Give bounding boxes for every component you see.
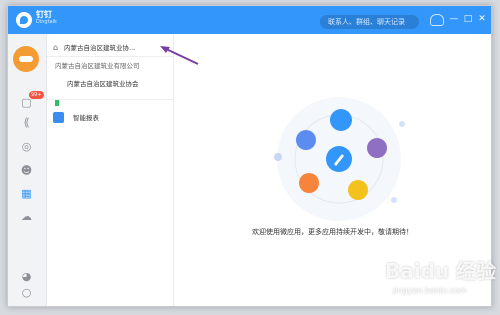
org-menu-item[interactable]: 内蒙古自治区建筑业有限公司 bbox=[55, 62, 140, 71]
screen-app-icon bbox=[296, 130, 316, 150]
org-name: 内蒙古自治区建筑业协... bbox=[64, 44, 136, 52]
minimize-button[interactable]: — bbox=[448, 13, 460, 25]
home-icon: ⌂ bbox=[53, 43, 59, 52]
location-app-icon bbox=[348, 180, 368, 200]
apps-grid-icon[interactable]: ▦ bbox=[20, 187, 33, 200]
card-app-icon bbox=[367, 138, 387, 158]
watermark-url: jingyan.baidu.com bbox=[393, 286, 467, 295]
contacts-icon[interactable]: ☻ bbox=[20, 164, 33, 177]
cloud-app-icon bbox=[330, 109, 352, 131]
brand-name: 钉钉 bbox=[36, 10, 52, 19]
watermark-main: Baidu 经验 bbox=[385, 259, 497, 283]
pointer-arrow bbox=[160, 46, 199, 65]
workbench-icon[interactable]: ◎ bbox=[20, 140, 33, 153]
unread-badge: 99+ bbox=[29, 91, 44, 99]
app-item-label[interactable]: 智能报表 bbox=[73, 113, 99, 123]
dingtalk-logo-icon bbox=[16, 12, 32, 28]
org-menu-item[interactable]: 内蒙古自治区建筑业协会 bbox=[67, 80, 139, 89]
org-menu: 内蒙古自治区建筑业有限公司 内蒙古自治区建筑业协会 bbox=[47, 56, 173, 100]
dot-decoration bbox=[274, 153, 282, 161]
radio-app-icon bbox=[299, 173, 319, 193]
status-mark bbox=[55, 100, 59, 106]
org-panel: ⌂ 内蒙古自治区建筑业协... ⌄ 内蒙古自治区建筑业有限公司 内蒙古自治区建筑… bbox=[47, 34, 174, 306]
baidu-jingyan-watermark: Baidu 经验 jingyan.baidu.com bbox=[385, 258, 497, 308]
more-icon[interactable]: ◕ bbox=[20, 270, 33, 283]
cloud-upload-icon[interactable] bbox=[430, 14, 444, 26]
dot-decoration bbox=[391, 197, 397, 203]
cloud-disk-icon[interactable]: ☁ bbox=[20, 210, 33, 223]
avatar[interactable] bbox=[13, 46, 39, 72]
search-placeholder: 联系人、群组、聊天记录 bbox=[328, 18, 405, 26]
search-input[interactable]: 联系人、群组、聊天记录 bbox=[320, 15, 419, 29]
empty-message: 欢迎使用微应用，更多应用持续开发中，敬请期待！ bbox=[252, 228, 413, 236]
settings-icon[interactable]: ○ bbox=[20, 286, 33, 299]
brand: 钉钉 Dingtalk bbox=[36, 10, 57, 26]
org-selector[interactable]: ⌂ 内蒙古自治区建筑业协... ⌄ bbox=[47, 40, 173, 56]
title-bar: 钉钉 Dingtalk 联系人、群组、聊天记录 — □ ✕ bbox=[8, 6, 491, 34]
maximize-button[interactable]: □ bbox=[462, 13, 474, 25]
ding-pin-icon[interactable]: ⟪ bbox=[20, 116, 33, 129]
report-chart-icon bbox=[53, 112, 64, 123]
dot-decoration bbox=[399, 121, 405, 127]
brand-name-en: Dingtalk bbox=[36, 19, 57, 25]
icon-sidebar: ▢ 99+ ⟪ ◎ ☻ ▦ ☁ ◕ ○ bbox=[8, 34, 47, 306]
close-button[interactable]: ✕ bbox=[476, 13, 488, 25]
